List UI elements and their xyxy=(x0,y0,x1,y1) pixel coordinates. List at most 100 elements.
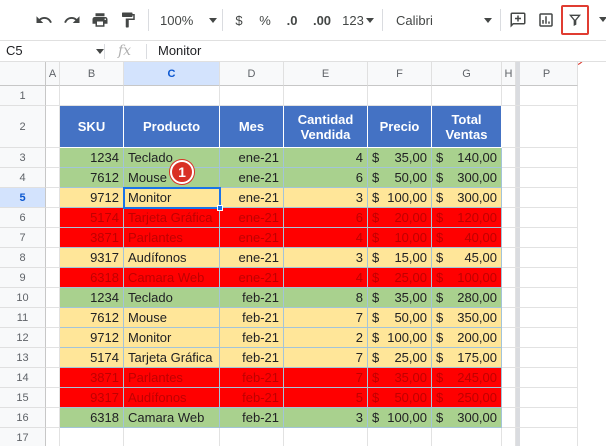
cell-mes[interactable]: ene-21 xyxy=(220,228,284,248)
empty-cell[interactable] xyxy=(46,86,60,106)
empty-cell[interactable] xyxy=(46,388,60,408)
empty-cell[interactable] xyxy=(46,106,60,148)
empty-cell[interactable] xyxy=(516,228,578,248)
empty-cell[interactable] xyxy=(516,348,578,368)
empty-cell[interactable] xyxy=(60,86,124,106)
cell-sku[interactable]: 6318 xyxy=(60,408,124,428)
cell-sku[interactable]: 5174 xyxy=(60,348,124,368)
cell-precio[interactable]: $10,00 xyxy=(368,228,432,248)
empty-cell[interactable] xyxy=(502,106,516,148)
column-header-h[interactable]: H xyxy=(502,62,516,86)
cell-sku[interactable]: 1234 xyxy=(60,148,124,168)
create-filter-button[interactable] xyxy=(561,5,589,35)
column-header-p[interactable]: P xyxy=(516,62,578,86)
header-mes[interactable]: Mes xyxy=(220,106,284,148)
empty-cell[interactable] xyxy=(368,86,432,106)
cell-producto[interactable]: Monitor xyxy=(124,328,220,348)
row-header-2[interactable]: 2 xyxy=(0,106,46,148)
cell-cantidad[interactable]: 3 xyxy=(284,188,368,208)
row-header-5[interactable]: 5 xyxy=(0,188,46,208)
cell-cantidad[interactable]: 2 xyxy=(284,328,368,348)
empty-cell[interactable] xyxy=(516,308,578,328)
zoom-select[interactable]: 100% xyxy=(160,6,218,34)
empty-cell[interactable] xyxy=(516,86,578,106)
cell-total[interactable]: $350,00 xyxy=(432,308,502,328)
cell-mes[interactable]: feb-21 xyxy=(220,348,284,368)
cell-mes[interactable]: ene-21 xyxy=(220,168,284,188)
empty-cell[interactable] xyxy=(516,188,578,208)
cell-sku[interactable]: 9317 xyxy=(60,388,124,408)
empty-cell[interactable] xyxy=(516,208,578,228)
cell-precio[interactable]: $35,00 xyxy=(368,148,432,168)
cell-mes[interactable]: ene-21 xyxy=(220,268,284,288)
cell-precio[interactable]: $100,00 xyxy=(368,188,432,208)
header-precio[interactable]: Precio xyxy=(368,106,432,148)
empty-cell[interactable] xyxy=(516,268,578,288)
name-box[interactable]: C5 xyxy=(0,41,104,62)
cell-cantidad[interactable]: 6 xyxy=(284,208,368,228)
cell-sku[interactable]: 3871 xyxy=(60,368,124,388)
empty-cell[interactable] xyxy=(46,328,60,348)
empty-cell[interactable] xyxy=(46,208,60,228)
empty-cell[interactable] xyxy=(516,248,578,268)
cell-producto[interactable]: Audífonos xyxy=(124,388,220,408)
empty-cell[interactable] xyxy=(46,188,60,208)
empty-cell[interactable] xyxy=(502,148,516,168)
empty-cell[interactable] xyxy=(46,228,60,248)
cell-total[interactable]: $250,00 xyxy=(432,388,502,408)
cell-cantidad[interactable]: 4 xyxy=(284,148,368,168)
row-header-16[interactable]: 16 xyxy=(0,408,46,428)
row-header-1[interactable]: 1 xyxy=(0,86,46,106)
cell-sku[interactable]: 5174 xyxy=(60,208,124,228)
insert-chart-button[interactable] xyxy=(534,6,558,34)
cell-producto[interactable]: Camara Web xyxy=(124,268,220,288)
row-header-12[interactable]: 12 xyxy=(0,328,46,348)
undo-button[interactable] xyxy=(32,6,56,34)
cell-mes[interactable]: ene-21 xyxy=(220,248,284,268)
column-header-a[interactable]: A xyxy=(46,62,60,86)
cell-mes[interactable]: ene-21 xyxy=(220,148,284,168)
fill-handle[interactable] xyxy=(217,205,223,211)
cell-precio[interactable]: $20,00 xyxy=(368,208,432,228)
cell-total[interactable]: $245,00 xyxy=(432,368,502,388)
cell-precio[interactable]: $100,00 xyxy=(368,408,432,428)
cell-mes[interactable]: feb-21 xyxy=(220,308,284,328)
empty-cell[interactable] xyxy=(502,288,516,308)
cell-cantidad[interactable]: 7 xyxy=(284,348,368,368)
cell-cantidad[interactable]: 4 xyxy=(284,268,368,288)
empty-cell[interactable] xyxy=(46,308,60,328)
empty-cell[interactable] xyxy=(46,288,60,308)
cell-total[interactable]: $200,00 xyxy=(432,328,502,348)
percent-format-button[interactable]: % xyxy=(256,6,274,34)
empty-cell[interactable] xyxy=(502,308,516,328)
cell-cantidad[interactable]: 6 xyxy=(284,168,368,188)
cell-total[interactable]: $45,00 xyxy=(432,248,502,268)
increase-decimal-button[interactable]: .00 xyxy=(308,6,336,34)
row-header-4[interactable]: 4 xyxy=(0,168,46,188)
empty-cell[interactable] xyxy=(220,428,284,446)
cell-producto[interactable]: Monitor xyxy=(124,188,220,208)
empty-cell[interactable] xyxy=(502,168,516,188)
row-header-10[interactable]: 10 xyxy=(0,288,46,308)
cell-cantidad[interactable]: 4 xyxy=(284,228,368,248)
cell-mes[interactable]: feb-21 xyxy=(220,328,284,348)
empty-cell[interactable] xyxy=(46,348,60,368)
cell-precio[interactable]: $25,00 xyxy=(368,348,432,368)
empty-cell[interactable] xyxy=(516,328,578,348)
select-all-corner[interactable] xyxy=(0,62,46,86)
empty-cell[interactable] xyxy=(46,408,60,428)
empty-cell[interactable] xyxy=(502,428,516,446)
cell-precio[interactable]: $50,00 xyxy=(368,168,432,188)
cell-cantidad[interactable]: 7 xyxy=(284,308,368,328)
empty-cell[interactable] xyxy=(220,86,284,106)
cell-producto[interactable]: Teclado xyxy=(124,288,220,308)
row-header-9[interactable]: 9 xyxy=(0,268,46,288)
empty-cell[interactable] xyxy=(516,288,578,308)
row-header-3[interactable]: 3 xyxy=(0,148,46,168)
cell-cantidad[interactable]: 8 xyxy=(284,288,368,308)
empty-cell[interactable] xyxy=(124,428,220,446)
column-header-c[interactable]: C xyxy=(124,62,220,86)
empty-cell[interactable] xyxy=(502,388,516,408)
empty-cell[interactable] xyxy=(368,428,432,446)
cell-precio[interactable]: $25,00 xyxy=(368,268,432,288)
